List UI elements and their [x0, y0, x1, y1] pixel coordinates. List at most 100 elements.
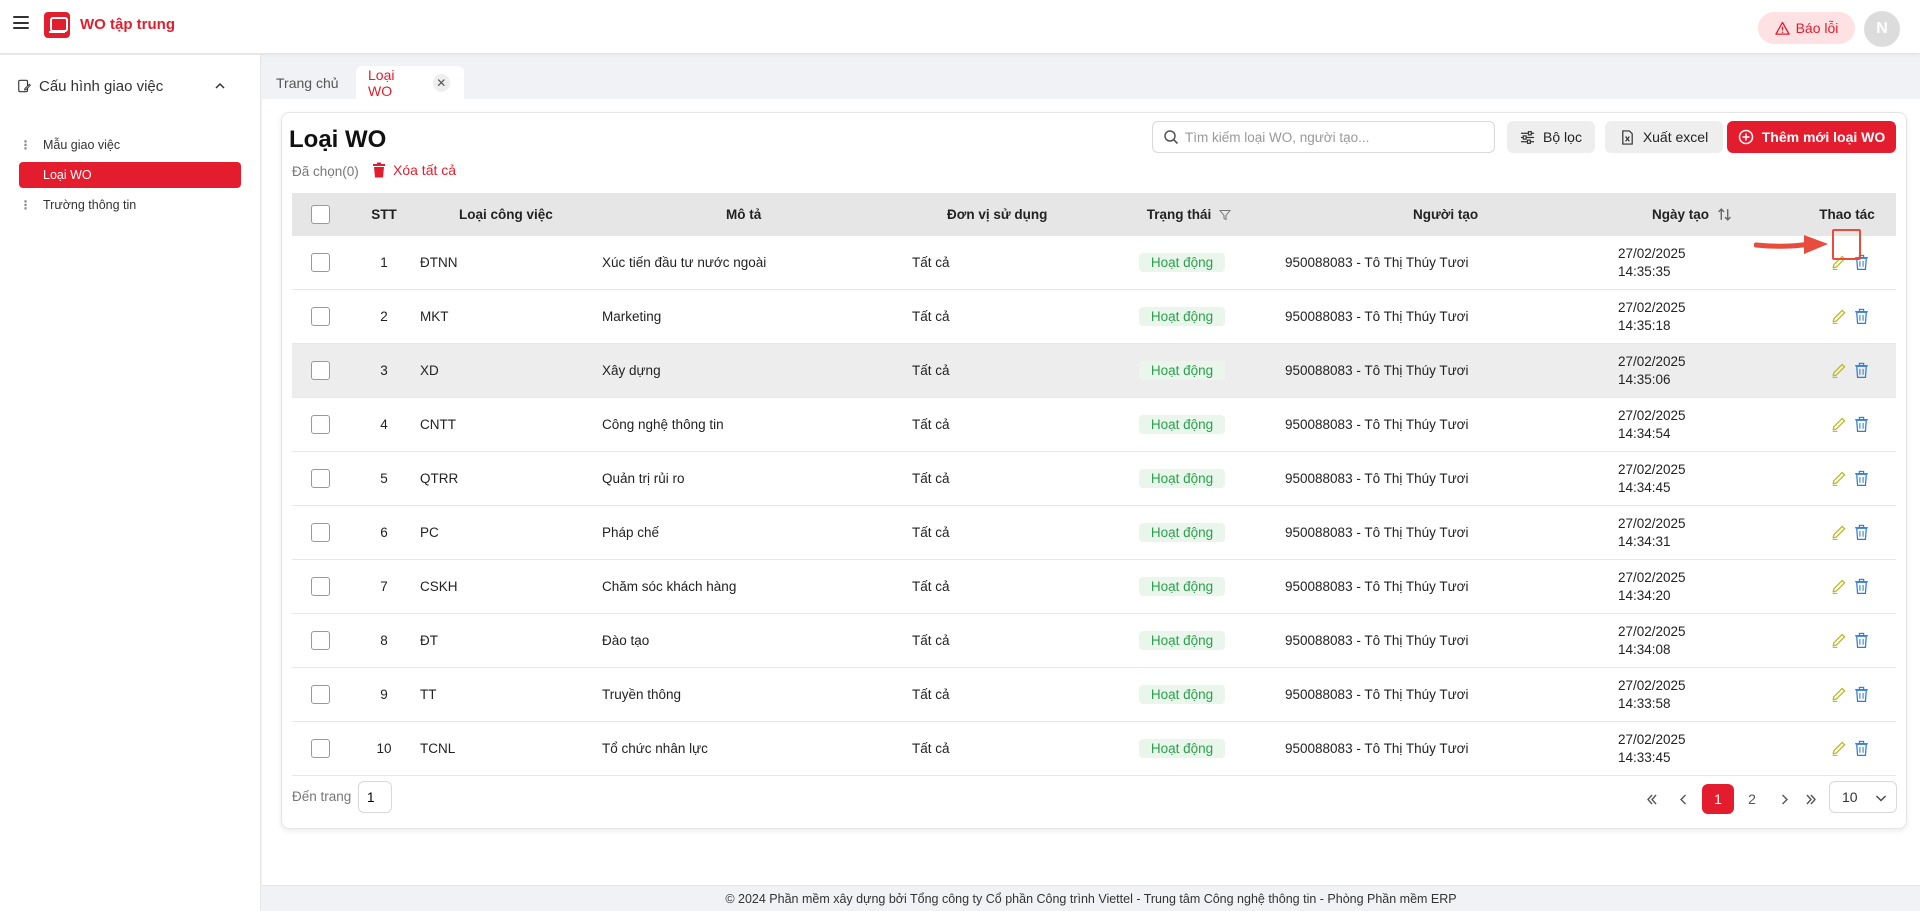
drag-handle-icon: ⋮ — [19, 138, 32, 152]
row-checkbox[interactable] — [311, 631, 330, 650]
delete-icon[interactable] — [1853, 740, 1870, 757]
export-excel-button[interactable]: Xuất excel — [1605, 121, 1723, 153]
tab-wo-type[interactable]: Loại WO ✕ — [356, 66, 464, 100]
row-checkbox[interactable] — [311, 577, 330, 596]
first-page-button[interactable] — [1636, 784, 1666, 814]
cell-type: XD — [420, 363, 439, 378]
chevron-up-icon[interactable] — [213, 79, 227, 93]
cell-actions — [1820, 344, 1880, 397]
sort-icon[interactable] — [1717, 207, 1732, 222]
edit-icon[interactable] — [1830, 470, 1847, 487]
delete-icon[interactable] — [1853, 632, 1870, 649]
edit-icon[interactable] — [1830, 686, 1847, 703]
cell-type: ĐT — [420, 633, 438, 648]
close-icon[interactable]: ✕ — [432, 74, 450, 92]
page-2-button[interactable]: 2 — [1737, 784, 1767, 814]
table-row[interactable]: 10 TCNL Tổ chức nhân lực Tất cả Hoạt động 950… — [292, 722, 1896, 776]
next-page-button[interactable] — [1769, 784, 1799, 814]
table-row[interactable]: 2 MKT Marketing Tất cả Hoạt động 950088083 - … — [292, 290, 1896, 344]
cell-unit: Tất cả — [912, 255, 950, 270]
delete-icon[interactable] — [1853, 308, 1870, 325]
cell-date: 27/02/2025 14:35:06 — [1618, 344, 1686, 397]
status-badge: Hoạt động — [1138, 253, 1226, 272]
warning-icon — [1774, 21, 1790, 35]
edit-icon[interactable] — [1830, 632, 1847, 649]
search-box[interactable] — [1152, 121, 1495, 153]
col-date: Ngày tạo — [1652, 193, 1732, 236]
cell-creator: 950088083 - Tô Thị Thúy Tươi — [1285, 363, 1469, 378]
prev-page-button[interactable] — [1668, 784, 1698, 814]
row-checkbox[interactable] — [311, 469, 330, 488]
cell-creator: 950088083 - Tô Thị Thúy Tươi — [1285, 633, 1469, 648]
table-row[interactable]: 6 PC Pháp chế Tất cả Hoạt động 950088083 - Tô… — [292, 506, 1896, 560]
col-date-label: Ngày tạo — [1652, 206, 1710, 222]
row-checkbox[interactable] — [311, 253, 330, 272]
edit-icon[interactable] — [1830, 524, 1847, 541]
sidebar-group-config[interactable]: Cấu hình giao việc — [17, 73, 227, 99]
goto-page-input[interactable] — [358, 781, 392, 813]
cell-unit: Tất cả — [912, 471, 950, 486]
row-select-cell — [311, 344, 330, 397]
menu-icon[interactable] — [13, 16, 29, 30]
created-time: 14:34:08 — [1618, 641, 1671, 657]
sliders-icon — [1520, 130, 1535, 144]
cell-desc: Truyền thông — [602, 687, 682, 702]
filter-label: Bộ lọc — [1543, 129, 1582, 145]
sidebar-item-wo-type[interactable]: ⋮ Loại WO — [19, 162, 241, 188]
edit-icon[interactable] — [1830, 416, 1847, 433]
created-date: 27/02/2025 — [1618, 407, 1686, 423]
page-1-button[interactable]: 1 — [1702, 784, 1734, 814]
col-creator: Người tạo — [1413, 207, 1479, 222]
row-checkbox[interactable] — [311, 739, 330, 758]
cell-type: MKT — [420, 309, 449, 324]
cell-date: 27/02/2025 14:34:08 — [1618, 614, 1686, 667]
search-input[interactable] — [1185, 129, 1485, 145]
chevron-down-icon — [1876, 795, 1886, 802]
delete-icon[interactable] — [1853, 686, 1870, 703]
cell-type: ĐTNN — [420, 255, 458, 270]
filter-icon[interactable] — [1219, 209, 1232, 221]
row-checkbox[interactable] — [311, 307, 330, 326]
edit-icon[interactable] — [1830, 578, 1847, 595]
table-row[interactable]: 9 TT Truyền thông Tất cả Hoạt động 950088083 … — [292, 668, 1896, 722]
row-checkbox[interactable] — [311, 415, 330, 434]
cell-unit: Tất cả — [912, 525, 950, 540]
row-checkbox[interactable] — [311, 361, 330, 380]
sidebar-item-label: Trường thông tin — [43, 198, 137, 212]
table-row[interactable]: 5 QTRR Quản trị rủi ro Tất cả Hoạt động 95008… — [292, 452, 1896, 506]
status-badge: Hoạt động — [1138, 631, 1226, 650]
tab-home[interactable]: Trang chủ — [262, 66, 353, 100]
sidebar-item-task-template[interactable]: ⋮ Mẫu giao việc — [19, 132, 241, 158]
delete-all-button[interactable]: Xóa tất cả — [372, 162, 456, 178]
add-wo-type-button[interactable]: Thêm mới loại WO — [1727, 121, 1896, 153]
delete-icon[interactable] — [1853, 416, 1870, 433]
cell-unit: Tất cả — [912, 633, 950, 648]
delete-icon[interactable] — [1853, 470, 1870, 487]
report-error-button[interactable]: Báo lỗi — [1758, 12, 1855, 44]
page-size-select[interactable]: 10 — [1829, 781, 1897, 813]
chevron-double-left-icon — [1646, 794, 1657, 804]
page-size-value: 10 — [1842, 789, 1858, 805]
delete-icon[interactable] — [1853, 362, 1870, 379]
select-all-checkbox[interactable] — [311, 205, 330, 224]
table-row[interactable]: 4 CNTT Công nghệ thông tin Tất cả Hoạt động 9… — [292, 398, 1896, 452]
edit-icon[interactable] — [1830, 308, 1847, 325]
row-checkbox[interactable] — [311, 685, 330, 704]
created-time: 14:34:54 — [1618, 425, 1671, 441]
row-checkbox[interactable] — [311, 523, 330, 542]
sidebar-item-label: Mẫu giao việc — [43, 138, 121, 152]
sidebar-item-info-field[interactable]: ⋮ Trường thông tin — [19, 192, 241, 218]
table-row[interactable]: 7 CSKH Chăm sóc khách hàng Tất cả Hoạt động 9… — [292, 560, 1896, 614]
table-row[interactable]: 1 ĐTNN Xúc tiến đầu tư nước ngoài Tất cả Hoạ… — [292, 236, 1896, 290]
filter-button[interactable]: Bộ lọc — [1507, 121, 1595, 153]
edit-icon[interactable] — [1830, 362, 1847, 379]
delete-icon[interactable] — [1853, 578, 1870, 595]
user-avatar[interactable]: N — [1864, 11, 1900, 47]
table-row[interactable]: 3 XD Xây dựng Tất cả Hoạt động 950088083 - Tô… — [292, 344, 1896, 398]
page-title: Loại WO — [289, 126, 387, 153]
delete-icon[interactable] — [1853, 524, 1870, 541]
last-page-button[interactable] — [1796, 784, 1826, 814]
table-row[interactable]: 8 ĐT Đào tạo Tất cả Hoạt động 950088083 - Tô … — [292, 614, 1896, 668]
main-card: Loại WO Đã chọn(0) Xóa tất cả Bộ lọc Xuấ… — [281, 112, 1907, 829]
edit-icon[interactable] — [1830, 740, 1847, 757]
